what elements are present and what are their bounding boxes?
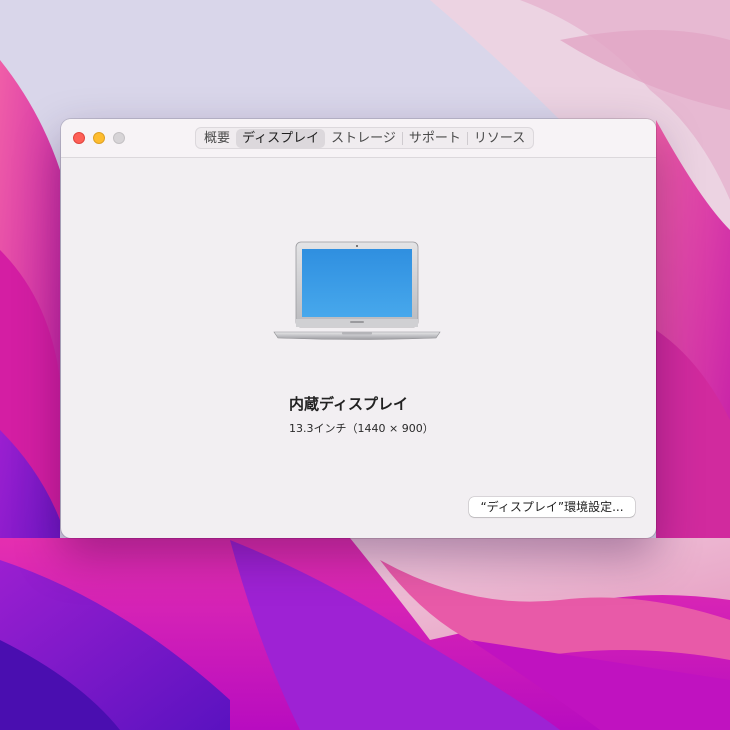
tab-bar: 概要 ディスプレイ ストレージ サポート リソース: [195, 127, 535, 149]
display-spec: 13.3インチ（1440 × 900）: [289, 422, 434, 435]
macbook-air-icon: [273, 241, 441, 340]
tab-support[interactable]: サポート: [403, 129, 467, 148]
display-name: 内蔵ディスプレイ: [289, 395, 408, 413]
about-this-mac-window: 概要 ディスプレイ ストレージ サポート リソース 内蔵ディスプレイ 13.3イ…: [61, 119, 656, 538]
tab-storage[interactable]: ストレージ: [325, 129, 402, 148]
close-button[interactable]: [73, 132, 85, 144]
tab-resources[interactable]: リソース: [468, 129, 531, 148]
display-preferences-button[interactable]: “ディスプレイ”環境設定...: [469, 497, 635, 517]
minimize-button[interactable]: [93, 132, 105, 144]
tab-display[interactable]: ディスプレイ: [236, 128, 326, 148]
zoom-button[interactable]: [113, 132, 125, 144]
tab-overview[interactable]: 概要: [198, 129, 236, 148]
desktop: 概要 ディスプレイ ストレージ サポート リソース 内蔵ディスプレイ 13.3イ…: [0, 0, 730, 730]
titlebar: 概要 ディスプレイ ストレージ サポート リソース: [61, 119, 656, 158]
